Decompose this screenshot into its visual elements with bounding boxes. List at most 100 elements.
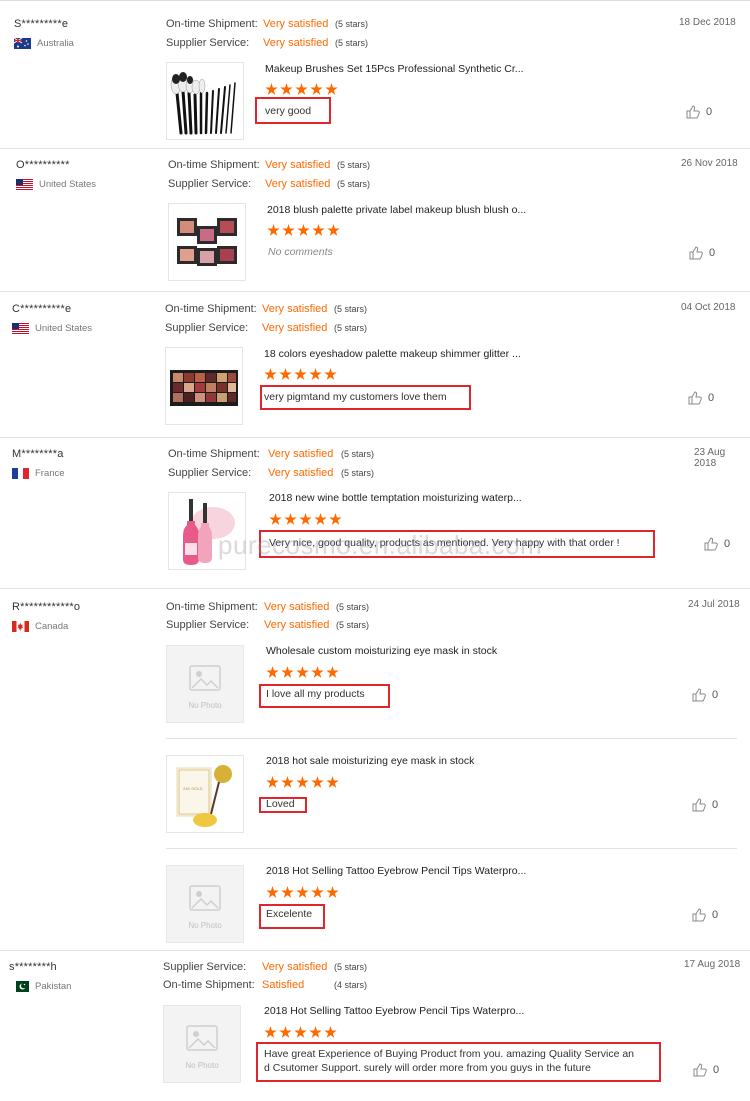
star-icon — [281, 886, 294, 898]
product-thumbnail[interactable]: 24K GOLD — [166, 755, 244, 833]
no-photo-label: No Photo — [188, 701, 222, 710]
star-icon — [310, 83, 323, 95]
like-button[interactable]: 0 — [689, 246, 715, 260]
rating-stars-text: (5 stars) — [336, 620, 370, 630]
highlight-box — [260, 385, 471, 410]
rating-stars-text: (5 stars) — [335, 19, 369, 29]
like-count: 0 — [709, 247, 716, 259]
star-icon — [294, 368, 307, 380]
thumbs-up-icon — [688, 391, 702, 405]
review-divider — [0, 148, 750, 149]
like-count: 0 — [713, 1064, 720, 1076]
rating-label: On-time Shipment: — [168, 448, 260, 460]
eyeshadow-palette-image — [170, 370, 238, 406]
star-icon — [266, 666, 279, 678]
star-icon — [325, 83, 338, 95]
star-icon — [311, 666, 324, 678]
star-icon — [324, 368, 337, 380]
like-button[interactable]: 0 — [688, 391, 714, 405]
image-placeholder-icon — [189, 665, 221, 691]
reviewer-name: R************o — [12, 601, 81, 613]
review-date: 17 Aug 2018 — [684, 959, 741, 970]
review-comment: No comments — [268, 246, 333, 258]
star-rating — [265, 83, 338, 96]
like-button[interactable]: 0 — [692, 688, 718, 702]
product-name[interactable]: 2018 new wine bottle temptation moisturi… — [269, 492, 522, 504]
thumbs-up-icon — [689, 246, 703, 260]
rating-label: On-time Shipment: — [165, 303, 257, 315]
star-icon — [269, 513, 282, 525]
like-count: 0 — [708, 392, 715, 404]
rating-service: Supplier Service: Very satisfied (5 stars) — [165, 322, 367, 334]
thumbs-up-icon — [686, 105, 700, 119]
product-name[interactable]: Wholesale custom moisturizing eye mask i… — [266, 645, 497, 657]
rating-value: Very satisfied — [264, 601, 330, 613]
product-thumbnail-no-photo[interactable]: No Photo — [163, 1005, 241, 1083]
star-icon — [296, 666, 309, 678]
star-icon — [329, 513, 342, 525]
usa-flag-icon — [16, 179, 33, 190]
rating-ontime: On-time Shipment: Very satisfied (5 stars) — [168, 159, 370, 171]
image-placeholder-icon — [189, 885, 221, 911]
star-rating — [269, 513, 342, 526]
reviewer-name: S*********e — [14, 18, 69, 30]
product-name[interactable]: Makeup Brushes Set 15Pcs Professional Sy… — [265, 63, 524, 75]
rating-value: Very satisfied — [268, 467, 334, 479]
product-thumbnail[interactable] — [165, 347, 243, 425]
like-button[interactable]: 0 — [693, 1063, 719, 1077]
star-icon — [312, 224, 325, 236]
rating-stars-text: (5 stars) — [341, 468, 375, 478]
rating-ontime: On-time Shipment: Very satisfied (5 stars) — [165, 303, 367, 315]
reviewer-name: C**********e — [12, 303, 72, 315]
rating-value: Very satisfied — [262, 303, 328, 315]
product-name[interactable]: 2018 hot sale moisturizing eye mask in s… — [266, 755, 474, 767]
rating-ontime: On-time Shipment: Very satisfied (5 stars) — [168, 448, 374, 460]
reviewer-name: M********a — [12, 448, 64, 460]
star-rating — [264, 1026, 337, 1039]
product-name[interactable]: 2018 Hot Selling Tattoo Eyebrow Pencil T… — [264, 1005, 524, 1017]
star-icon — [279, 1026, 292, 1038]
svg-text:24K GOLD: 24K GOLD — [183, 786, 203, 791]
top-border — [0, 0, 750, 1]
product-name[interactable]: 2018 blush palette private label makeup … — [267, 204, 526, 216]
product-thumbnail-no-photo[interactable]: No Photo — [166, 645, 244, 723]
like-button[interactable]: 0 — [704, 537, 730, 551]
like-count: 0 — [712, 909, 719, 921]
rating-stars-text: (5 stars) — [336, 602, 370, 612]
review-date: 26 Nov 2018 — [681, 158, 738, 169]
rating-service: Supplier Service: Very satisfied (5 stars) — [163, 961, 367, 973]
star-icon — [296, 886, 309, 898]
product-thumbnail[interactable] — [166, 62, 244, 140]
like-count: 0 — [712, 689, 719, 701]
rating-value: Very satisfied — [265, 159, 331, 171]
review-date: 23 Aug 2018 — [694, 447, 726, 469]
country-label: France — [35, 468, 65, 479]
reviewer-country: Canada — [12, 621, 68, 632]
star-icon — [324, 1026, 337, 1038]
reviewer-country: France — [12, 468, 65, 479]
product-thumbnail-no-photo[interactable]: No Photo — [166, 865, 244, 943]
rating-stars-text: (5 stars) — [337, 160, 371, 170]
product-name[interactable]: 18 colors eyeshadow palette makeup shimm… — [264, 348, 521, 360]
like-count: 0 — [724, 538, 731, 550]
rating-label: On-time Shipment: — [163, 979, 255, 991]
rating-stars-text: (5 stars) — [341, 449, 375, 459]
like-button[interactable]: 0 — [686, 105, 712, 119]
star-rating — [266, 776, 339, 789]
highlight-box — [259, 797, 307, 813]
star-icon — [327, 224, 340, 236]
country-label: Pakistan — [35, 981, 72, 992]
country-label: United States — [35, 323, 93, 334]
rating-service: Supplier Service: Very satisfied (5 stars) — [166, 619, 369, 631]
product-name[interactable]: 2018 Hot Selling Tattoo Eyebrow Pencil T… — [266, 865, 526, 877]
rating-stars-text: (4 stars) — [334, 980, 368, 990]
rating-label: Supplier Service: — [163, 961, 247, 973]
star-icon — [264, 368, 277, 380]
like-button[interactable]: 0 — [692, 798, 718, 812]
star-icon — [295, 83, 308, 95]
blush-palette-image — [177, 218, 237, 266]
like-button[interactable]: 0 — [692, 908, 718, 922]
product-thumbnail[interactable] — [168, 203, 246, 281]
star-rating — [266, 666, 339, 679]
rating-value: Very satisfied — [262, 961, 328, 973]
